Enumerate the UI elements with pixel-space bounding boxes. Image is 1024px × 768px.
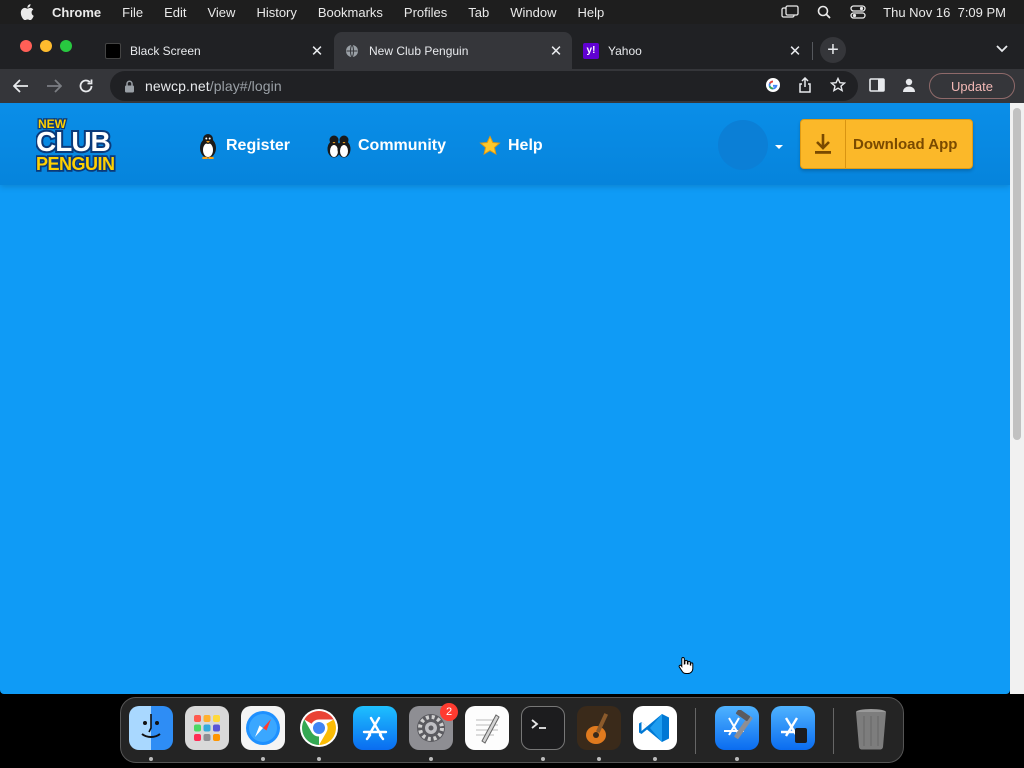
share-icon[interactable] (796, 76, 814, 94)
menu-file[interactable]: File (122, 5, 143, 20)
nav-help[interactable]: Help (478, 132, 543, 160)
textedit-icon[interactable] (465, 706, 509, 750)
menu-profiles[interactable]: Profiles (404, 5, 447, 20)
tab-title: New Club Penguin (369, 43, 469, 58)
macos-menu-bar: Chrome File Edit View History Bookmarks … (0, 0, 1024, 24)
menu-view[interactable]: View (207, 5, 235, 20)
terminal-icon[interactable] (521, 706, 565, 750)
tab-separator (812, 42, 813, 60)
spotlight-search-icon[interactable] (815, 5, 833, 19)
menu-app-name[interactable]: Chrome (52, 5, 101, 20)
logo-text-penguin: PENGUIN (36, 154, 115, 173)
tab-black-screen[interactable]: Black Screen ✕ (95, 32, 333, 69)
screen-mirroring-icon[interactable] (781, 5, 799, 19)
site-header: NEW CLUB PENGUIN Register Community Help (0, 103, 1010, 185)
nav-register-label: Register (226, 137, 291, 154)
menu-history[interactable]: History (256, 5, 296, 20)
tab-yahoo[interactable]: y! Yahoo ✕ (573, 32, 811, 69)
nav-community-label: Community (358, 137, 446, 154)
tab-search-chevron-icon[interactable] (992, 39, 1012, 59)
tab-title: Black Screen (130, 43, 201, 58)
tab-close-icon[interactable]: ✕ (787, 43, 803, 60)
dock-running-indicator (541, 757, 545, 761)
dock-running-indicator (429, 757, 433, 761)
control-center-icon[interactable] (849, 5, 867, 19)
nav-help-label: Help (508, 137, 543, 154)
garageband-icon[interactable] (577, 706, 621, 750)
window-zoom-button[interactable] (60, 40, 72, 52)
safari-icon[interactable] (241, 706, 285, 750)
chrome-tab-strip: Black Screen ✕ New Club Penguin ✕ y! Yah… (0, 24, 1024, 69)
url-text: newcp.net/play#/login (145, 78, 282, 94)
macos-dock (120, 697, 904, 763)
menu-edit[interactable]: Edit (164, 5, 186, 20)
hand-pointer-cursor-icon (678, 656, 694, 674)
menu-bookmarks[interactable]: Bookmarks (318, 5, 383, 20)
black-square-icon (105, 42, 121, 59)
dock-running-indicator (653, 757, 657, 761)
download-arrow-icon (801, 120, 846, 168)
star-icon (478, 132, 502, 160)
club-penguin-logo[interactable]: NEW CLUB PENGUIN (34, 115, 156, 176)
scrollbar-thumb[interactable] (1013, 108, 1021, 440)
globe-icon (344, 43, 360, 59)
penguins-icon (326, 132, 352, 160)
url-host: newcp.net (145, 78, 210, 94)
lock-icon[interactable] (122, 79, 136, 93)
download-app-button[interactable]: Download App (800, 119, 973, 169)
chevron-down-icon[interactable] (775, 145, 783, 149)
nav-community[interactable]: Community (326, 132, 446, 160)
menu-window[interactable]: Window (510, 5, 556, 20)
url-path: /play#/login (209, 78, 282, 94)
xcode-icon[interactable] (715, 706, 759, 750)
profile-avatar-icon[interactable] (900, 76, 918, 94)
simulator-icon[interactable] (771, 706, 815, 750)
update-button[interactable]: Update (929, 73, 1015, 99)
dock-running-indicator (317, 757, 321, 761)
dock-running-indicator (597, 757, 601, 761)
nav-register[interactable]: Register (196, 132, 290, 160)
yahoo-icon: y! (583, 42, 599, 59)
tab-close-icon[interactable]: ✕ (548, 43, 564, 60)
tab-close-icon[interactable]: ✕ (309, 43, 325, 60)
apple-menu-icon[interactable] (18, 3, 36, 21)
side-panel-icon[interactable] (868, 76, 886, 94)
chrome-toolbar: newcp.net/play#/login Update (0, 69, 1024, 103)
penguin-icon (196, 132, 220, 160)
launchpad-icon[interactable] (185, 706, 229, 750)
finder-icon[interactable] (129, 706, 173, 750)
dock-running-indicator (735, 757, 739, 761)
forward-arrow-icon[interactable] (42, 74, 66, 98)
back-arrow-icon[interactable] (9, 74, 33, 98)
window-minimize-button[interactable] (40, 40, 52, 52)
dock-separator (833, 708, 834, 754)
download-app-label: Download App (853, 135, 958, 153)
web-content: NEW CLUB PENGUIN Register Community Help (0, 103, 1010, 694)
trash-icon[interactable] (849, 706, 893, 750)
bookmark-star-icon[interactable] (829, 76, 847, 94)
menu-tab[interactable]: Tab (468, 5, 489, 20)
address-bar[interactable]: newcp.net/play#/login (110, 71, 858, 101)
notification-badge: 2 (440, 703, 458, 721)
menu-help[interactable]: Help (578, 5, 605, 20)
vscode-icon[interactable] (633, 706, 677, 750)
dock-separator (695, 708, 696, 754)
app-store-icon[interactable] (353, 706, 397, 750)
avatar[interactable] (718, 120, 768, 170)
dock-running-indicator (149, 757, 153, 761)
menubar-clock[interactable]: Thu Nov 16 7:09 PM (883, 5, 1006, 20)
logo-text-club: CLUB (36, 126, 110, 157)
google-lens-icon[interactable] (764, 76, 782, 94)
tab-new-club-penguin[interactable]: New Club Penguin ✕ (334, 32, 572, 69)
reload-icon[interactable] (74, 74, 98, 98)
dock-running-indicator (261, 757, 265, 761)
new-tab-button[interactable]: + (820, 37, 846, 63)
window-close-button[interactable] (20, 40, 32, 52)
chrome-icon[interactable] (297, 706, 341, 750)
tab-title: Yahoo (608, 43, 642, 58)
